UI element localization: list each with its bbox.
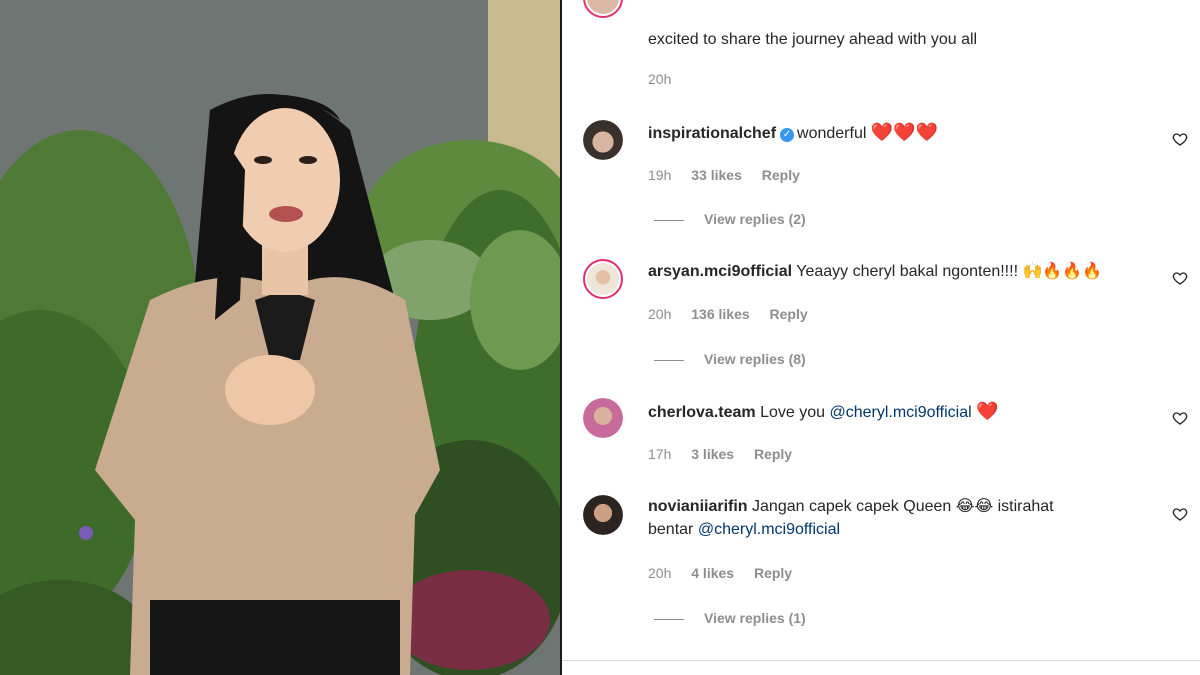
reply-button[interactable]: Reply bbox=[762, 167, 800, 183]
comment-meta: 20h 4 likes Reply bbox=[648, 565, 808, 581]
comment-body: Love you bbox=[760, 404, 825, 421]
caption-time: 20h bbox=[648, 71, 672, 87]
reply-button[interactable]: Reply bbox=[754, 446, 792, 462]
comment-text: novianiiarifin Jangan capek capek Queen … bbox=[648, 497, 1054, 517]
comment-emoji: ❤️ bbox=[976, 401, 999, 421]
comment-time: 17h bbox=[648, 446, 672, 462]
comment-username[interactable]: inspirationalchef bbox=[648, 125, 776, 142]
heart-outline-icon[interactable] bbox=[1172, 410, 1188, 426]
author-avatar[interactable] bbox=[583, 0, 623, 18]
comment-likes[interactable]: 33 likes bbox=[691, 167, 742, 183]
comment-username[interactable]: cherlova.team bbox=[648, 404, 756, 421]
comment-time: 20h bbox=[648, 306, 672, 322]
comment-time: 19h bbox=[648, 167, 672, 183]
video-still bbox=[0, 0, 560, 675]
replies-line bbox=[654, 618, 684, 620]
replies-line bbox=[654, 359, 684, 361]
comment-body-cont: istirahat bbox=[997, 498, 1054, 515]
reply-button[interactable]: Reply bbox=[754, 565, 792, 581]
verified-badge-icon: ✓ bbox=[780, 128, 795, 142]
comment-text: cherlova.team Love you @cheryl.mci9offic… bbox=[648, 401, 999, 423]
comment-body: Jangan capek capek Queen bbox=[752, 498, 952, 515]
comment-body-line2: bentar bbox=[648, 521, 694, 538]
view-replies-label: View replies (1) bbox=[704, 610, 806, 626]
comment-meta: 20h 136 likes Reply bbox=[648, 306, 824, 322]
commenter-avatar[interactable] bbox=[583, 398, 623, 438]
comment-text: arsyan.mci9official Yeaayy cheryl bakal … bbox=[648, 262, 1102, 282]
replies-line bbox=[654, 219, 684, 221]
comment-emoji: 😂😂 bbox=[955, 498, 994, 515]
comment-meta: 17h 3 likes Reply bbox=[648, 446, 808, 462]
comment-emoji: 🙌🔥🔥🔥 bbox=[1022, 263, 1103, 280]
comment-text: inspirationalchef ✓ wonderful ❤️❤️❤️ bbox=[648, 122, 938, 144]
reply-button[interactable]: Reply bbox=[770, 306, 808, 322]
commenter-avatar[interactable] bbox=[583, 495, 623, 535]
comment-emoji: ❤️❤️❤️ bbox=[870, 122, 939, 142]
comment-body: Yeaayy cheryl bakal ngonten!!!! bbox=[796, 263, 1019, 280]
panel-bottom-border bbox=[562, 660, 1200, 661]
heart-outline-icon[interactable] bbox=[1172, 506, 1188, 522]
view-replies-label: View replies (2) bbox=[704, 211, 806, 227]
comment-likes[interactable]: 4 likes bbox=[691, 565, 734, 581]
view-replies-button[interactable]: View replies (1) bbox=[654, 610, 806, 626]
heart-outline-icon[interactable] bbox=[1172, 270, 1188, 286]
commenter-avatar[interactable] bbox=[583, 120, 623, 160]
comments-panel[interactable]: excited to share the journey ahead with … bbox=[562, 0, 1200, 675]
heart-outline-icon[interactable] bbox=[1172, 131, 1188, 147]
comment-meta: 19h 33 likes Reply bbox=[648, 167, 816, 183]
comment-username[interactable]: novianiiarifin bbox=[648, 498, 748, 515]
view-replies-button[interactable]: View replies (8) bbox=[654, 351, 806, 367]
comment-likes[interactable]: 3 likes bbox=[691, 446, 734, 462]
caption-meta: 20h bbox=[648, 71, 687, 87]
post-video-frame[interactable] bbox=[0, 0, 560, 675]
commenter-avatar[interactable] bbox=[583, 259, 623, 299]
caption-text: excited to share the journey ahead with … bbox=[648, 31, 978, 48]
comment-text-line2: bentar @cheryl.mci9official bbox=[648, 520, 840, 540]
comment-body: wonderful bbox=[797, 125, 867, 142]
view-replies-button[interactable]: View replies (2) bbox=[654, 211, 806, 227]
comment-mention-link[interactable]: @cheryl.mci9official bbox=[829, 404, 971, 421]
comment-username[interactable]: arsyan.mci9official bbox=[648, 263, 792, 280]
comment-time: 20h bbox=[648, 565, 672, 581]
comment-likes[interactable]: 136 likes bbox=[691, 306, 749, 322]
view-replies-label: View replies (8) bbox=[704, 351, 806, 367]
comment-mention-link[interactable]: @cheryl.mci9official bbox=[698, 521, 840, 538]
